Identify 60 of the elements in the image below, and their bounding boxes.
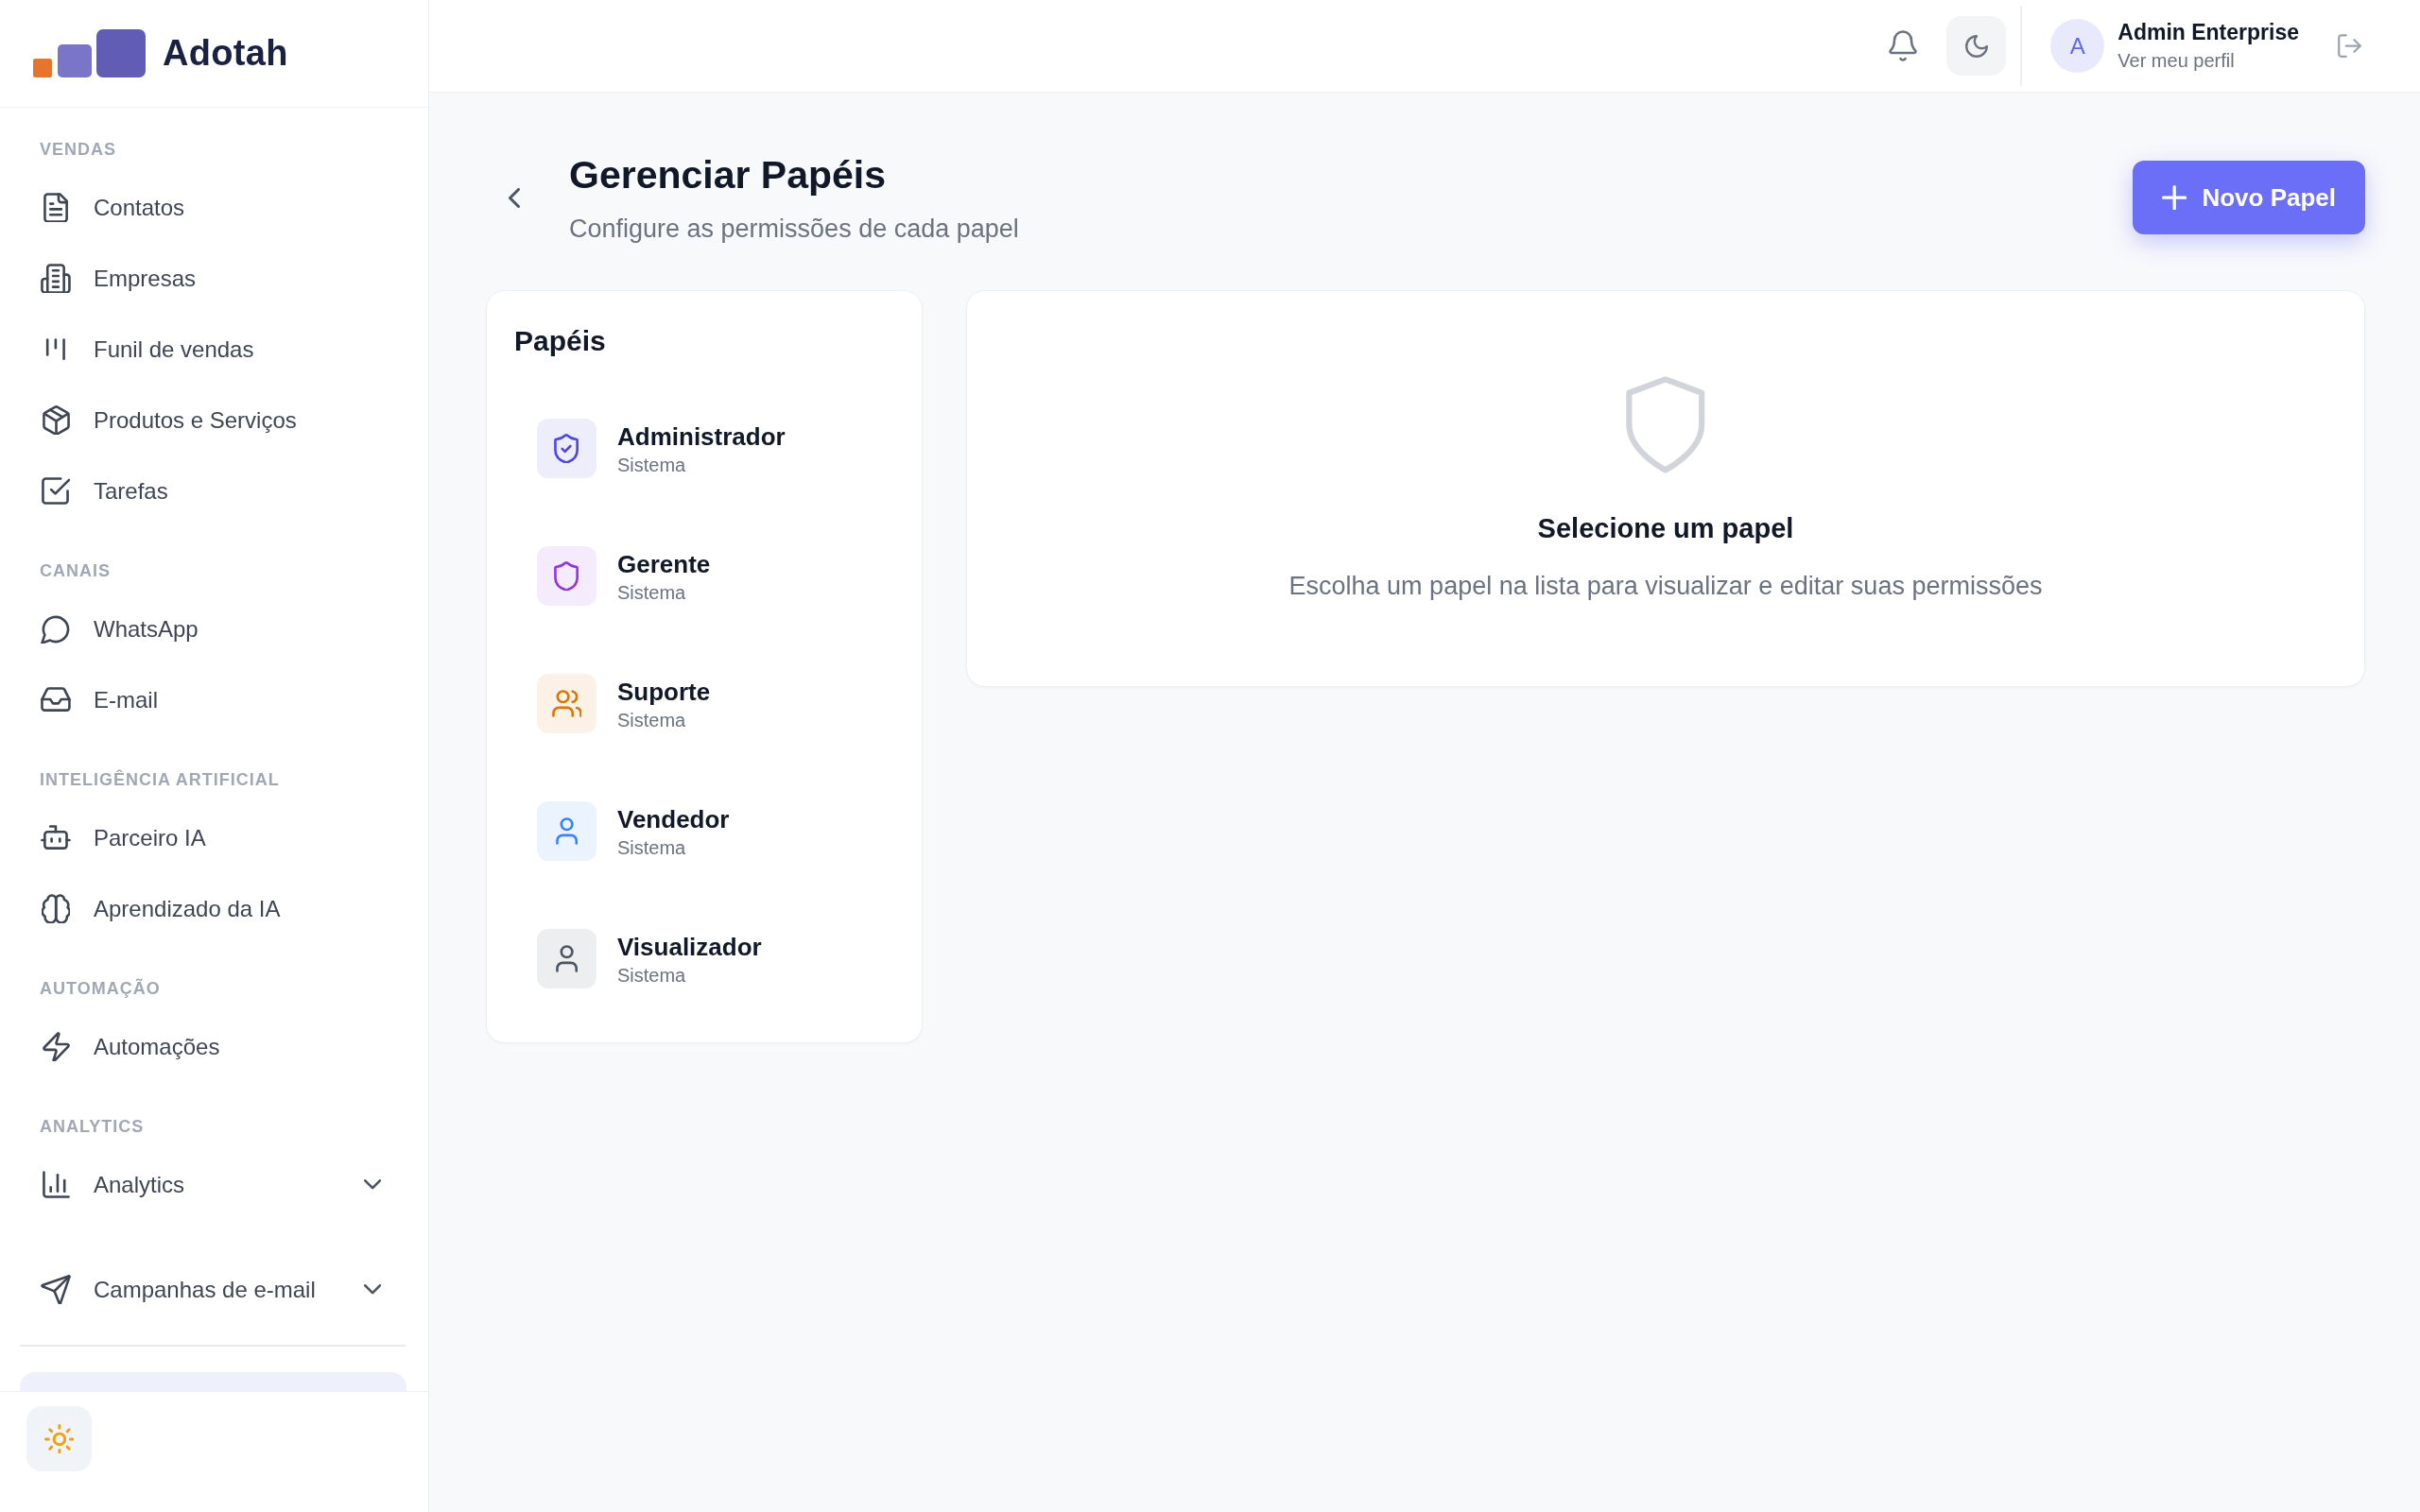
bell-icon[interactable]: [1889, 30, 1918, 61]
nav-item[interactable]: E-mail: [0, 664, 428, 735]
shield-icon: [537, 546, 596, 606]
building-icon: [41, 263, 71, 294]
check-square-icon: [41, 477, 71, 505]
sun-icon: [43, 1423, 75, 1454]
nav-item[interactable]: Automações: [0, 1011, 428, 1082]
chevron-down-icon[interactable]: [363, 1179, 381, 1190]
nav-item[interactable]: Parceiro IA: [0, 802, 428, 873]
brand-name: Adotah: [163, 33, 288, 74]
lightning-icon: [42, 1031, 70, 1062]
section-title: AUTOMAÇÃO: [39, 978, 162, 999]
nav-item[interactable]: Funil de vendas: [0, 314, 428, 385]
nav-item[interactable]: Produtos e Serviços: [0, 385, 428, 455]
section-title: CANAIS: [39, 560, 112, 581]
chat-bubble-icon: [41, 613, 71, 644]
role-item[interactable]: Visualizador Sistema: [514, 895, 895, 1022]
role-item[interactable]: Administrador Sistema: [514, 385, 895, 512]
role-item[interactable]: Suporte Sistema: [514, 640, 895, 767]
vertical-bars-icon: [45, 337, 66, 361]
chevron-left-icon[interactable]: [509, 187, 520, 208]
avatar[interactable]: A: [2050, 19, 2105, 73]
person-icon: [537, 929, 596, 988]
new-role-button[interactable]: Novo Papel: [2133, 161, 2365, 234]
inbox-icon: [41, 687, 71, 713]
paper-plane-icon: [41, 1274, 71, 1305]
nav-item[interactable]: Empresas: [0, 243, 428, 314]
nav-item[interactable]: Aprendizado da IA: [0, 873, 428, 944]
user-name: Admin Enterprise: [2118, 19, 2299, 45]
section-title: INTELIGÊNCIA ARTIFICIAL: [39, 769, 281, 790]
document-icon: [43, 192, 69, 223]
nav-item[interactable]: Analytics: [0, 1149, 428, 1220]
section-title: ANALYTICS: [39, 1116, 146, 1137]
chevron-down-icon[interactable]: [363, 1284, 381, 1295]
brain-icon: [41, 893, 71, 924]
bar-chart-icon: [42, 1171, 70, 1198]
theme-toggle-button[interactable]: [1946, 16, 2007, 76]
logo-icon: [33, 29, 146, 77]
robot-icon: [41, 825, 71, 850]
plus-icon: [2162, 184, 2187, 211]
theme-toggle-button[interactable]: [26, 1406, 92, 1471]
section-title: VENDAS: [39, 139, 117, 160]
empty-state-title: Selecione um papel: [1537, 511, 1794, 545]
page-title: Gerenciar Papéis: [569, 152, 887, 198]
box-icon: [42, 404, 70, 436]
nav-item[interactable]: Tarefas: [0, 455, 428, 526]
moon-icon: [1964, 34, 1988, 58]
profile-link[interactable]: Ver meu perfil: [2118, 48, 2235, 73]
nav-item[interactable]: Campanhas de e-mail: [0, 1254, 428, 1325]
person-icon: [537, 801, 596, 861]
shield-check-icon: [537, 419, 596, 478]
people-icon: [537, 674, 596, 733]
empty-state-message: Escolha um papel na lista para visualizar e editar suas permissões: [1288, 570, 2043, 601]
role-item[interactable]: Gerente Sistema: [514, 512, 895, 640]
nav-item[interactable]: WhatsApp: [0, 593, 428, 664]
page-subtitle: Configure as permissões de cada papel: [569, 214, 1019, 245]
role-item[interactable]: Vendedor Sistema: [514, 767, 895, 895]
panel-title: Papéis: [514, 324, 607, 358]
shield-icon: [1626, 376, 1705, 473]
nav-item[interactable]: Contatos: [0, 172, 428, 243]
